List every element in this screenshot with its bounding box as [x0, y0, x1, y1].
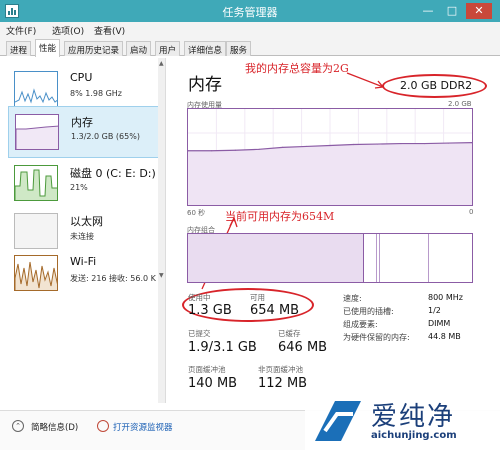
- close-button[interactable]: ✕: [466, 3, 492, 19]
- annotation-total: 我的内存总容量为2G: [245, 62, 349, 75]
- composition-in-use: [188, 234, 364, 282]
- tab-processes[interactable]: 进程: [6, 41, 32, 56]
- usage-point: [305, 145, 307, 148]
- sidebar-item-title: 磁盘 0 (C: E: D:): [70, 167, 156, 180]
- menu-options[interactable]: 选项(O): [52, 24, 84, 37]
- menu-bar: 文件(F) 选项(O) 查看(V): [0, 22, 500, 38]
- minimize-button[interactable]: —: [418, 3, 438, 19]
- nonpaged-pool-label: 非页面缓冲池: [258, 365, 303, 374]
- annotation-available: 当前可用内存为654M: [225, 210, 335, 223]
- fewer-details-link[interactable]: 简略信息(D): [31, 421, 78, 433]
- in-use-value: 1.3 GB: [188, 303, 232, 318]
- sidebar-item-sub: 8% 1.98 GHz: [70, 89, 123, 98]
- disk-thumbnail-graph: [14, 165, 58, 201]
- cpu-thumbnail-graph: [14, 71, 58, 107]
- available-label: 可用: [250, 293, 265, 302]
- wifi-thumbnail-graph: [14, 255, 58, 291]
- usage-point: [447, 142, 449, 144]
- usage-point: [211, 150, 213, 152]
- resource-monitor-icon: [97, 420, 109, 432]
- tab-app-history[interactable]: 应用历史记录: [64, 41, 124, 56]
- nonpaged-pool-value: 112 MB: [258, 376, 308, 391]
- usage-point: [353, 143, 355, 146]
- memory-usage-chart: [187, 109, 473, 205]
- speed-label: 速度:: [343, 294, 362, 303]
- composition-standby: [428, 234, 434, 282]
- tab-services[interactable]: 服务: [226, 41, 252, 56]
- sidebar-item-title: Wi-Fi: [70, 255, 97, 268]
- usage-graph-max: 2.0 GB: [448, 100, 472, 108]
- tab-performance[interactable]: 性能: [35, 39, 61, 57]
- maximize-button[interactable]: □: [442, 3, 462, 19]
- in-use-label: 使用中: [188, 293, 211, 302]
- menu-view[interactable]: 查看(V): [94, 24, 125, 37]
- slots-label: 已使用的插槽:: [343, 307, 394, 316]
- form-factor-label: 组成要素:: [343, 320, 378, 329]
- page-title: 内存: [188, 75, 222, 95]
- slots-value: 1/2: [428, 306, 441, 315]
- usage-point: [234, 149, 236, 151]
- paged-pool-label: 页面缓冲池: [188, 365, 226, 374]
- sidebar-item-wifi[interactable]: Wi-Fi 发送: 216 接收: 56.0 K: [8, 248, 165, 300]
- speed-value: 800 MHz: [428, 293, 463, 302]
- open-resource-monitor-link[interactable]: 打开资源监视器: [113, 421, 173, 433]
- annotation-arrow-icon: [346, 72, 385, 89]
- hardware-reserved-value: 44.8 MB: [428, 332, 461, 341]
- usage-point: [282, 146, 284, 148]
- tab-startup[interactable]: 启动: [126, 41, 152, 56]
- sidebar-item-title: 以太网: [70, 215, 103, 228]
- memory-total: 2.0 GB DDR2: [400, 79, 473, 92]
- scroll-up-icon[interactable]: ▲: [159, 60, 164, 67]
- tab-bar: 进程 性能 应用历史记录 启动 用户 详细信息 服务: [0, 38, 500, 57]
- sidebar-item-disk[interactable]: 磁盘 0 (C: E: D:) 21%: [8, 158, 165, 210]
- watermark-brand: 爱纯净: [371, 402, 456, 432]
- hardware-reserved-label: 为硬件保留的内存:: [343, 333, 410, 342]
- memory-thumbnail-graph: [15, 114, 59, 150]
- watermark: 爱纯净 aichunjing.com: [305, 392, 500, 450]
- resource-sidebar: CPU 8% 1.98 GHz 内存 1.3/2.0 GB (65%) 磁盘 0…: [8, 58, 166, 403]
- sidebar-item-sub: 1.3/2.0 GB (65%): [71, 132, 140, 141]
- watermark-url: aichunjing.com: [371, 430, 457, 441]
- sidebar-item-sub: 发送: 216 接收: 56.0 K: [70, 274, 156, 283]
- committed-value: 1.9/3.1 GB: [188, 340, 257, 355]
- cached-label: 已缓存: [278, 329, 301, 338]
- sidebar-item-sub: 21%: [70, 183, 88, 192]
- usage-point: [376, 143, 378, 145]
- composition-modified: [376, 234, 380, 282]
- tab-users[interactable]: 用户: [155, 41, 181, 56]
- paged-pool-value: 140 MB: [188, 376, 238, 391]
- form-factor-value: DIMM: [428, 319, 451, 328]
- ethernet-thumbnail-graph: [14, 213, 58, 249]
- memory-composition-bar: [187, 233, 473, 283]
- sidebar-item-memory[interactable]: 内存 1.3/2.0 GB (65%): [8, 106, 165, 158]
- usage-point: [258, 148, 260, 150]
- usage-point: [400, 142, 402, 145]
- tab-details[interactable]: 详细信息: [184, 41, 227, 56]
- collapse-icon[interactable]: ⌃: [12, 420, 24, 432]
- sidebar-item-title: 内存: [71, 116, 93, 129]
- sidebar-item-title: CPU: [70, 71, 93, 84]
- title-bar: 任务管理器 — □ ✕: [0, 0, 500, 22]
- available-value: 654 MB: [250, 303, 300, 318]
- usage-point: [424, 142, 426, 145]
- sidebar-item-sub: 未连接: [70, 232, 94, 241]
- graph-time-right: 0: [469, 208, 474, 216]
- watermark-logo-icon: [315, 401, 361, 441]
- scroll-down-icon[interactable]: ▼: [159, 272, 164, 279]
- usage-point: [329, 144, 331, 147]
- cached-value: 646 MB: [278, 340, 328, 355]
- sidebar-scrollbar[interactable]: ▲ ▼: [158, 58, 165, 403]
- committed-label: 已提交: [188, 329, 211, 338]
- memory-usage-graph: [187, 108, 473, 206]
- usage-area: [188, 142, 472, 205]
- menu-file[interactable]: 文件(F): [6, 24, 36, 37]
